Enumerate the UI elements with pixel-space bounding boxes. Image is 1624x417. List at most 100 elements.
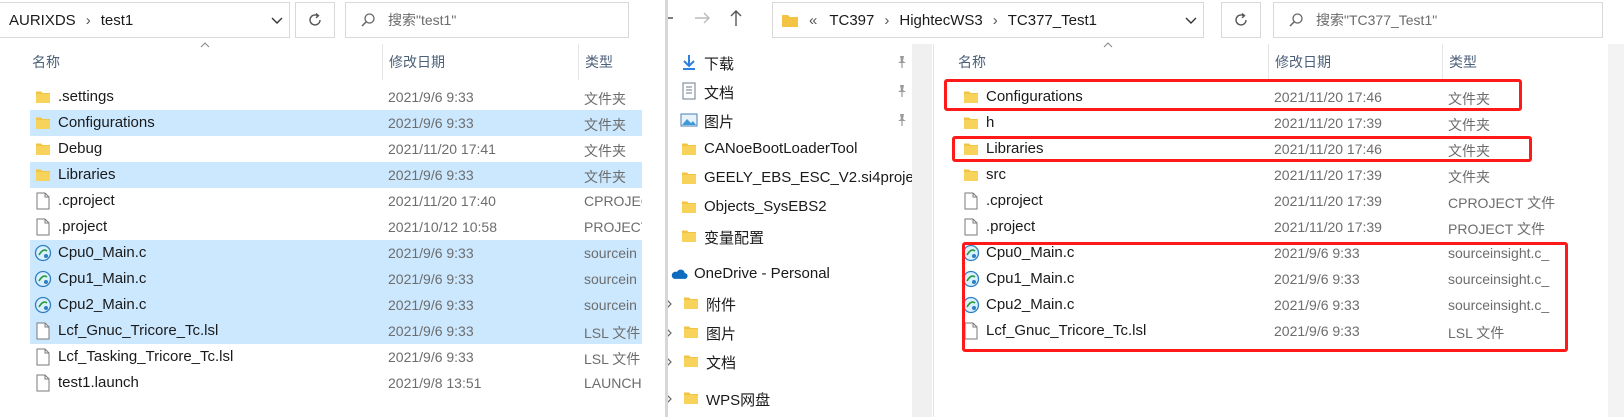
table-row[interactable]: Configurations 2021/11/20 17:46 文件夹 (958, 84, 1608, 110)
file-name: Cpu2_Main.c (58, 296, 147, 313)
table-row[interactable]: Cpu1_Main.c 2021/9/6 9:33 sourcein (30, 266, 642, 292)
onedrive-cloud-icon (670, 265, 688, 283)
breadcrumb-segment[interactable]: TC397 (829, 12, 874, 29)
file-icon (962, 321, 980, 341)
nav-item[interactable]: 附件 (668, 289, 912, 317)
sourceinsight-file-icon (962, 243, 980, 263)
nav-item[interactable]: 文档 (668, 347, 912, 375)
nav-item-label: GEELY_EBS_ESC_V2.si4project (704, 169, 924, 186)
file-name: h (986, 114, 995, 131)
chevron-down-icon[interactable] (1183, 12, 1199, 28)
table-row[interactable]: Debug 2021/11/20 17:41 文件夹 (30, 136, 642, 162)
table-row[interactable]: Lcf_Gnuc_Tricore_Tc.lsl 2021/9/6 9:33 LSL … (958, 318, 1608, 344)
table-row[interactable]: h 2021/11/20 17:39 文件夹 (958, 110, 1608, 136)
folder-icon (682, 389, 700, 407)
address-bar[interactable]: « TC397 › HightecWS3 › TC377_Test1 (772, 2, 1204, 38)
column-date[interactable]: 修改日期 (382, 44, 445, 80)
picture-icon (680, 111, 698, 129)
breadcrumb-segment[interactable]: AURIXDS (9, 12, 76, 29)
column-date[interactable]: 修改日期 (1268, 44, 1331, 80)
breadcrumb-segment[interactable]: TC377_Test1 (1008, 12, 1097, 29)
nav-item[interactable]: WPS网盘 (668, 384, 912, 412)
sourceinsight-file-icon (962, 295, 980, 315)
refresh-icon (309, 12, 321, 26)
up-arrow-icon[interactable] (728, 8, 744, 28)
column-type[interactable]: 类型 (578, 44, 613, 80)
table-row[interactable]: .project 2021/10/12 10:58 PROJECT (30, 214, 642, 240)
file-name: src (986, 166, 1006, 183)
file-date: 2021/9/6 9:33 (388, 349, 474, 365)
file-type: PROJECT (584, 219, 642, 235)
file-date: 2021/11/20 17:46 (1274, 89, 1382, 105)
file-date: 2021/9/8 13:51 (388, 375, 482, 391)
nav-item[interactable]: CANoeBootLoaderTool (668, 135, 912, 163)
nav-scrollbar[interactable] (912, 44, 932, 417)
navigation-pane: 下载 文档 图片 CANoeBootLoaderTool GEELY_EBS_ESC_V… (668, 44, 924, 417)
forward-arrow-icon[interactable] (692, 10, 712, 26)
nav-item[interactable]: 下载 (668, 48, 912, 76)
nav-item[interactable]: 变量配置 (668, 222, 912, 250)
table-row[interactable]: Cpu0_Main.c 2021/9/6 9:33 sourceinsight.c_ (958, 240, 1608, 266)
document-icon (680, 82, 698, 100)
table-row[interactable]: test1.launch 2021/9/8 13:51 LAUNCH (30, 370, 642, 396)
search-box[interactable]: 搜索"test1" (345, 2, 629, 38)
back-arrow-icon[interactable] (668, 10, 676, 26)
file-name: Cpu0_Main.c (58, 244, 147, 261)
chevron-right-icon[interactable] (668, 297, 674, 309)
address-bar[interactable]: AURIXDS › test1 (0, 2, 290, 38)
file-icon (34, 191, 52, 211)
chevron-right-icon[interactable] (668, 326, 674, 338)
table-row[interactable]: Lcf_Gnuc_Tricore_Tc.lsl 2021/9/6 9:33 LSL … (30, 318, 642, 344)
table-row[interactable]: .cproject 2021/11/20 17:39 CPROJECT 文件 (958, 188, 1608, 214)
file-name: .project (58, 218, 108, 235)
breadcrumb-segment[interactable]: test1 (101, 12, 134, 29)
folder-icon (962, 113, 980, 133)
vertical-scrollbar[interactable] (1608, 44, 1624, 417)
nav-item[interactable]: 图片 (668, 318, 912, 346)
file-date: 2021/9/6 9:33 (388, 271, 474, 287)
chevron-down-icon[interactable] (269, 12, 285, 28)
breadcrumb-segment[interactable]: HightecWS3 (899, 12, 982, 29)
nav-item[interactable]: GEELY_EBS_ESC_V2.si4project (668, 164, 924, 192)
folder-icon (782, 15, 798, 27)
table-row[interactable]: Cpu1_Main.c 2021/9/6 9:33 sourceinsight.c_ (958, 266, 1608, 292)
file-name: Debug (58, 140, 103, 157)
breadcrumb-separator-icon: › (85, 11, 91, 29)
table-row[interactable]: Cpu2_Main.c 2021/9/6 9:33 sourceinsight.c_ (958, 292, 1608, 318)
column-name[interactable]: 名称 (952, 44, 986, 80)
column-type[interactable]: 类型 (1442, 44, 1477, 80)
table-row[interactable]: src 2021/11/20 17:39 文件夹 (958, 162, 1608, 188)
table-row[interactable]: Libraries 2021/11/20 17:46 文件夹 (958, 136, 1608, 162)
breadcrumb-overflow[interactable]: « (809, 12, 817, 29)
refresh-button[interactable] (295, 2, 335, 38)
nav-item[interactable]: OneDrive - Personal (668, 260, 912, 288)
pane-splitter[interactable] (933, 44, 934, 417)
table-row[interactable]: .settings 2021/9/6 9:33 文件夹 (30, 84, 642, 110)
breadcrumb-separator-icon: › (992, 11, 998, 29)
pin-icon[interactable] (896, 113, 908, 127)
search-box[interactable]: 搜索"TC377_Test1" (1273, 2, 1603, 38)
pin-icon[interactable] (896, 55, 908, 69)
chevron-right-icon[interactable] (668, 355, 674, 367)
file-date: 2021/9/6 9:33 (388, 167, 474, 183)
refresh-button[interactable] (1221, 2, 1261, 38)
folder-icon (680, 140, 698, 158)
pin-icon[interactable] (896, 84, 908, 98)
table-row[interactable]: Libraries 2021/9/6 9:33 文件夹 (30, 162, 642, 188)
nav-item[interactable]: 文档 (668, 77, 912, 105)
chevron-right-icon[interactable] (668, 392, 674, 404)
nav-item[interactable]: 图片 (668, 106, 912, 134)
table-row[interactable]: Cpu0_Main.c 2021/9/6 9:33 sourcein (30, 240, 642, 266)
column-name[interactable]: 名称 (26, 44, 60, 80)
file-date: 2021/11/20 17:39 (1274, 193, 1382, 209)
nav-item[interactable]: Objects_SysEBS2 (668, 193, 912, 221)
table-row[interactable]: .cproject 2021/11/20 17:40 CPROJEC (30, 188, 642, 214)
table-row[interactable]: .project 2021/11/20 17:39 PROJECT 文件 (958, 214, 1608, 240)
table-row[interactable]: Lcf_Tasking_Tricore_Tc.lsl 2021/9/6 9:33 L… (30, 344, 642, 370)
table-row[interactable]: Configurations 2021/9/6 9:33 文件夹 (30, 110, 642, 136)
file-type: CPROJECT 文件 (1448, 195, 1556, 211)
table-row[interactable]: Cpu2_Main.c 2021/9/6 9:33 sourcein (30, 292, 642, 318)
file-name: Lcf_Gnuc_Tricore_Tc.lsl (58, 322, 219, 339)
sourceinsight-file-icon (34, 269, 52, 289)
folder-icon (682, 294, 700, 312)
